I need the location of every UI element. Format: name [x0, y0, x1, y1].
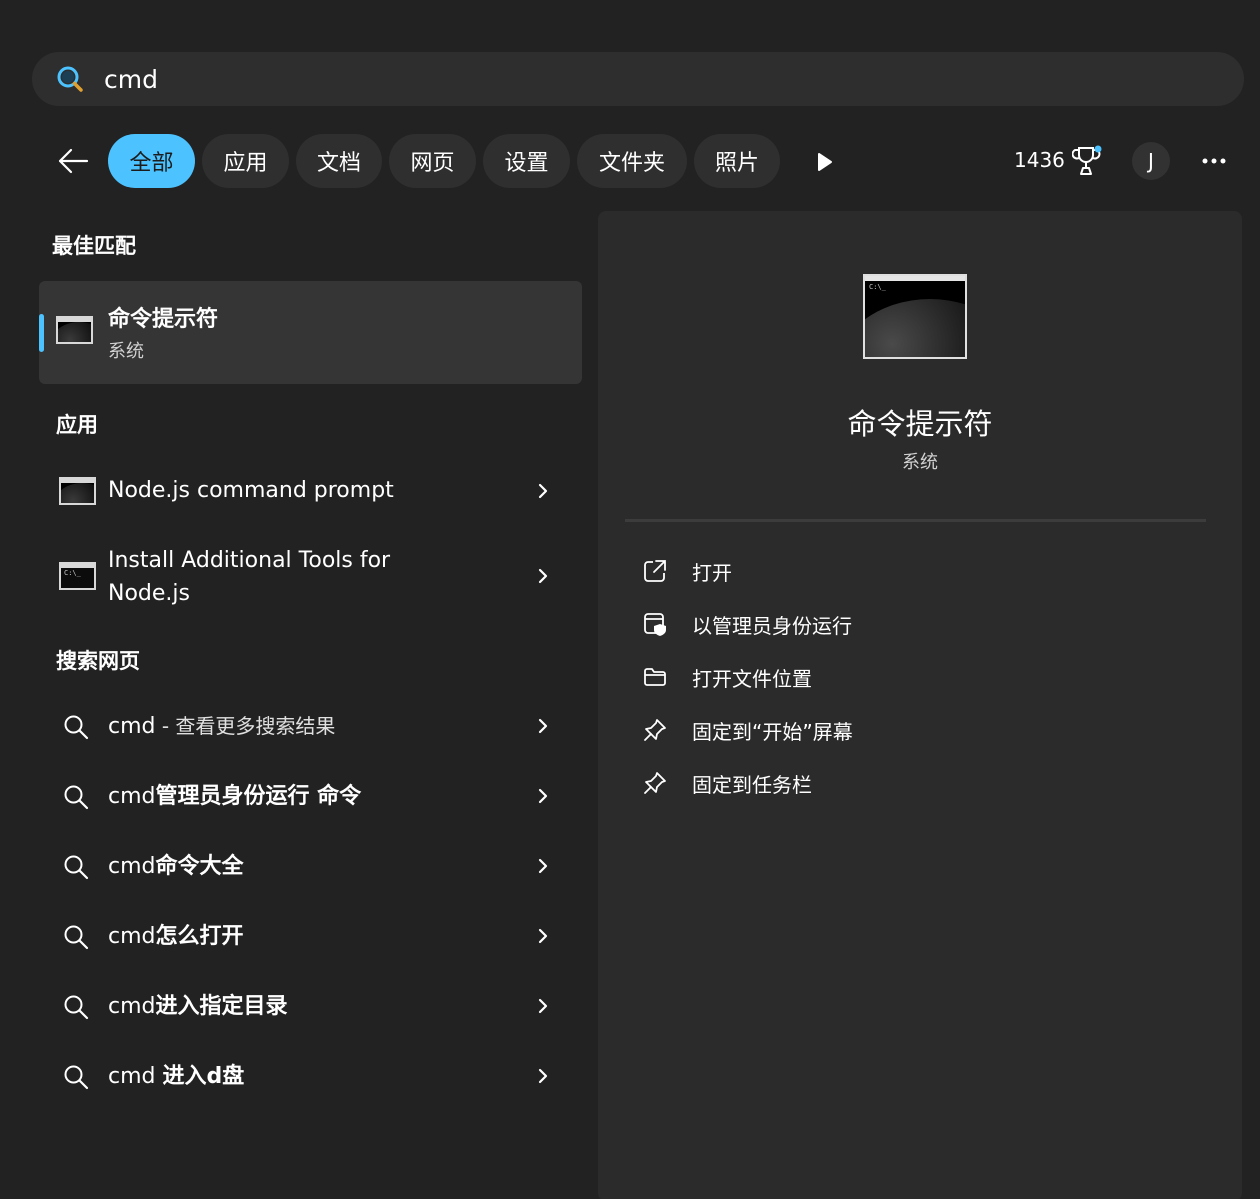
web-result-item[interactable]: cmd - 查看更多搜索结果: [39, 693, 582, 759]
web-result-label: cmd - 查看更多搜索结果: [108, 710, 335, 743]
filter-settings[interactable]: 设置: [483, 134, 570, 188]
chevron-right-icon: [538, 858, 548, 874]
ellipsis-icon: [1202, 158, 1226, 164]
query-text: cmd: [108, 784, 156, 809]
suggestion-text: 管理员身份运行 命令: [155, 784, 362, 809]
web-result-item[interactable]: cmd管理员身份运行 命令: [39, 763, 582, 829]
web-result-item[interactable]: cmd命令大全: [39, 833, 582, 899]
search-input[interactable]: [104, 62, 1204, 96]
suggestion-text: 命令大全: [155, 854, 244, 879]
query-text: cmd: [108, 1064, 163, 1089]
filter-web[interactable]: 网页: [389, 134, 476, 188]
pin-icon: [644, 772, 666, 794]
detail-title: 命令提示符: [847, 407, 993, 441]
suggestion-text: 进入d盘: [162, 1064, 245, 1089]
chevron-right-icon: [538, 568, 548, 584]
filter-folders[interactable]: 文件夹: [577, 134, 687, 188]
web-result-label: cmd 进入d盘: [108, 1060, 244, 1093]
web-result-label: cmd命令大全: [108, 850, 244, 883]
web-result-label: cmd怎么打开: [108, 920, 244, 953]
suggestion-text: - 查看更多搜索结果: [155, 714, 336, 738]
best-match-title: 命令提示符: [108, 307, 219, 332]
rewards-points: 1436: [1014, 148, 1065, 172]
filter-apps[interactable]: 应用: [202, 134, 289, 188]
back-button[interactable]: [52, 138, 94, 184]
open-external-icon: [644, 560, 666, 582]
action-label: 固定到“开始”屏幕: [692, 720, 853, 744]
detail-panel: C:\_ 命令提示符 系统 打开 以管理员身份运行 打开文件位置 固定到“开始”…: [598, 211, 1242, 1199]
query-text: cmd: [108, 854, 156, 879]
suggestion-text: 怎么打开: [155, 924, 244, 949]
chevron-right-icon: [538, 998, 548, 1014]
search-icon: [64, 855, 89, 880]
web-result-item[interactable]: cmd怎么打开: [39, 903, 582, 969]
web-result-item[interactable]: cmd进入指定目录: [39, 973, 582, 1039]
action-pin-to-taskbar[interactable]: 固定到任务栏: [625, 758, 1206, 806]
filter-photos[interactable]: 照片: [694, 134, 780, 188]
search-icon: [64, 925, 89, 950]
action-pin-to-start[interactable]: 固定到“开始”屏幕: [625, 705, 1206, 753]
action-label: 打开文件位置: [692, 667, 812, 691]
search-icon: [64, 715, 89, 740]
action-open[interactable]: 打开: [625, 546, 1206, 594]
pin-icon: [644, 719, 666, 741]
nodejs-tools-icon: C:\_: [59, 562, 96, 590]
search-bar[interactable]: [32, 52, 1244, 106]
chevron-right-icon: [538, 788, 548, 804]
query-text: cmd: [108, 714, 156, 739]
search-icon: [57, 66, 83, 92]
chevron-right-icon: [538, 928, 548, 944]
command-prompt-large-icon: C:\_: [863, 274, 967, 359]
search-icon: [64, 1065, 89, 1090]
nodejs-prompt-icon: [59, 477, 96, 505]
app-item-nodejs-tools[interactable]: C:\_ Install Additional Tools for Node.j…: [39, 530, 582, 620]
app-item-nodejs-prompt[interactable]: Node.js command prompt: [39, 460, 582, 522]
best-match-item[interactable]: 命令提示符 系统: [39, 281, 582, 384]
command-prompt-icon: [56, 316, 93, 344]
filter-documents[interactable]: 文档: [296, 134, 382, 188]
search-icon: [64, 995, 89, 1020]
more-filters-button[interactable]: [808, 146, 842, 178]
arrow-left-icon: [58, 148, 89, 174]
web-result-label: cmd进入指定目录: [108, 990, 288, 1023]
filter-all[interactable]: 全部: [108, 134, 195, 188]
web-search-heading: 搜索网页: [56, 649, 140, 673]
apps-heading: 应用: [56, 413, 98, 437]
more-options-button[interactable]: [1196, 146, 1232, 176]
app-item-label-line1: Install Additional Tools for: [108, 548, 391, 573]
selection-indicator: [39, 314, 44, 352]
user-avatar[interactable]: J: [1132, 142, 1170, 180]
detail-subtitle: 系统: [902, 452, 938, 473]
query-text: cmd: [108, 994, 156, 1019]
chevron-right-icon: [538, 718, 548, 734]
run-as-admin-icon: [644, 613, 666, 636]
best-match-heading: 最佳匹配: [52, 234, 136, 258]
web-result-item[interactable]: cmd 进入d盘: [39, 1043, 582, 1109]
chevron-right-icon: [538, 483, 548, 499]
app-item-label: Node.js command prompt: [108, 478, 394, 503]
action-label: 固定到任务栏: [692, 773, 812, 797]
divider: [625, 519, 1206, 522]
rewards-trophy-icon[interactable]: [1072, 144, 1104, 178]
web-result-label: cmd管理员身份运行 命令: [108, 780, 361, 813]
action-open-file-location[interactable]: 打开文件位置: [625, 652, 1206, 700]
action-label: 打开: [692, 561, 732, 585]
query-text: cmd: [108, 924, 156, 949]
app-item-label-line2: Node.js: [108, 581, 190, 606]
action-label: 以管理员身份运行: [692, 614, 852, 638]
action-run-as-admin[interactable]: 以管理员身份运行: [625, 599, 1206, 647]
chevron-right-icon: [538, 1068, 548, 1084]
search-window: 全部 应用 文档 网页 设置 文件夹 照片 1436 J 最佳匹配 命令提示符 …: [0, 0, 1260, 1199]
folder-icon: [644, 668, 666, 686]
best-match-subtitle: 系统: [108, 341, 144, 362]
search-icon: [64, 785, 89, 810]
play-icon: [818, 153, 832, 171]
suggestion-text: 进入指定目录: [155, 994, 288, 1019]
